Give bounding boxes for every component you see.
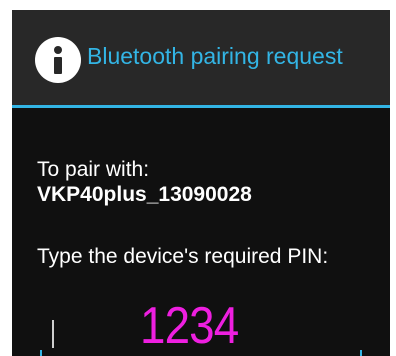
- pin-value: 1234: [140, 297, 239, 355]
- dialog-title-bar: Bluetooth pairing request: [12, 10, 390, 104]
- dialog-title: Bluetooth pairing request: [87, 43, 343, 69]
- pair-with-label: To pair with:: [37, 158, 150, 181]
- dialog-content: To pair with: VKP40plus_13090028 Type th…: [12, 108, 390, 356]
- pin-input[interactable]: 1234: [40, 298, 362, 356]
- device-name: VKP40plus_13090028: [37, 183, 252, 206]
- bluetooth-pairing-dialog: Bluetooth pairing request To pair with: …: [12, 10, 390, 356]
- text-cursor: [52, 320, 54, 348]
- input-underline-left-tick: [40, 350, 42, 356]
- input-underline-right-tick: [360, 350, 362, 356]
- info-icon: [35, 37, 81, 83]
- info-icon-stem: [54, 57, 62, 74]
- pin-prompt-label: Type the device's required PIN:: [37, 245, 329, 268]
- info-icon-dot: [54, 46, 62, 54]
